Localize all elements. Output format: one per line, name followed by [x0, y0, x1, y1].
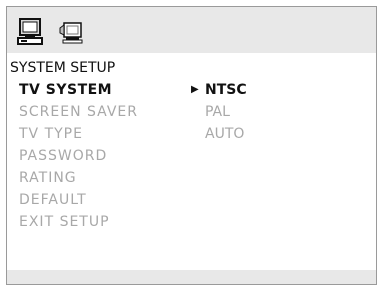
option-label: PAL — [205, 104, 230, 120]
toolbar — [7, 7, 376, 53]
option-label: AUTO — [205, 126, 245, 142]
setup-menu-frame: SYSTEM SETUP TV SYSTEM SCREEN SAVER TV T… — [6, 6, 377, 285]
option-auto[interactable]: AUTO — [191, 123, 247, 145]
menu-item-password[interactable]: PASSWORD — [19, 145, 138, 167]
menu-item-default[interactable]: DEFAULT — [19, 189, 138, 211]
tv-system-options: ▶ NTSC PAL AUTO — [191, 79, 247, 145]
menu-item-exit-setup[interactable]: EXIT SETUP — [19, 211, 138, 233]
section-title: SYSTEM SETUP — [10, 60, 116, 76]
selection-pointer-icon: ▶ — [191, 84, 199, 95]
menu-item-rating[interactable]: RATING — [19, 167, 138, 189]
menu-item-screen-saver[interactable]: SCREEN SAVER — [19, 101, 138, 123]
option-pal[interactable]: PAL — [191, 101, 247, 123]
option-label: NTSC — [205, 82, 247, 98]
computer-setup-icon[interactable] — [15, 17, 45, 47]
monitor-preferences-icon[interactable] — [55, 17, 85, 47]
setup-menu-list: TV SYSTEM SCREEN SAVER TV TYPE PASSWORD … — [19, 79, 138, 233]
menu-item-tv-type[interactable]: TV TYPE — [19, 123, 138, 145]
option-ntsc[interactable]: ▶ NTSC — [191, 79, 247, 101]
status-bar — [7, 270, 376, 284]
menu-item-tv-system[interactable]: TV SYSTEM — [19, 79, 138, 101]
